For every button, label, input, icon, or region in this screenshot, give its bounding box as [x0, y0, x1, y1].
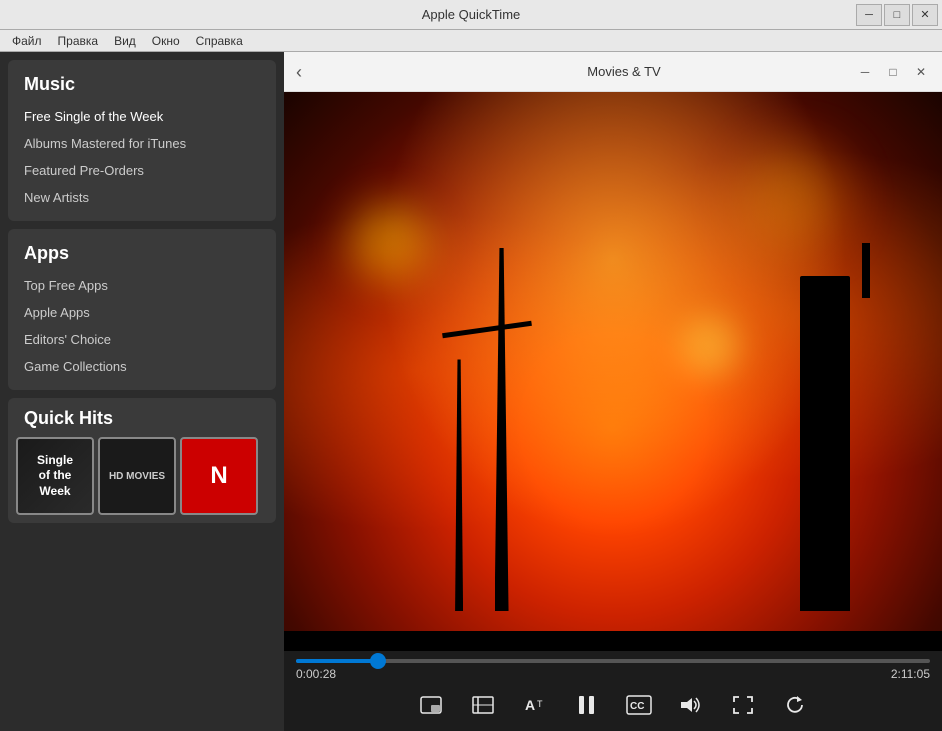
caption-size-button[interactable]: A T	[519, 689, 551, 721]
movies-maximize-button[interactable]: □	[880, 61, 906, 83]
progress-container	[284, 651, 942, 663]
title-bar-controls: ─ □ ✕	[856, 4, 938, 26]
progress-thumb[interactable]	[370, 653, 386, 669]
black-bar-bottom	[284, 631, 942, 651]
volume-button[interactable]	[675, 689, 707, 721]
music-section: Music Free Single of the Week Albums Mas…	[8, 60, 276, 221]
pip-button[interactable]	[415, 689, 447, 721]
main-content: Music Free Single of the Week Albums Mas…	[0, 52, 942, 731]
play-pause-button[interactable]	[571, 689, 603, 721]
menu-edit[interactable]: Правка	[50, 32, 107, 50]
movies-close-button[interactable]: ✕	[908, 61, 934, 83]
controls-bar: 0:00:28 2:11:05	[284, 651, 942, 731]
sidebar-item-free-single[interactable]: Free Single of the Week	[8, 103, 276, 130]
svg-text:A: A	[525, 697, 535, 713]
silhouette-monolith-top	[862, 243, 870, 298]
music-section-title: Music	[8, 70, 276, 103]
quick-hit-hd-thumb[interactable]: HD MOVIES	[98, 437, 176, 515]
window-title: Apple QuickTime	[422, 7, 521, 22]
quick-hit-single-thumb[interactable]: Singleof the Week	[16, 437, 94, 515]
movies-tv-title: Movies & TV	[318, 64, 930, 79]
video-area[interactable]	[284, 92, 942, 651]
sidebar-item-new-artists[interactable]: New Artists	[8, 184, 276, 211]
progress-track[interactable]	[296, 659, 930, 663]
replay-button[interactable]	[779, 689, 811, 721]
quick-hit-n-thumb[interactable]: N	[180, 437, 258, 515]
movies-window-controls: ─ □ ✕	[852, 61, 934, 83]
sidebar-item-albums[interactable]: Albums Mastered for iTunes	[8, 130, 276, 157]
current-time: 0:00:28	[296, 667, 336, 681]
chapters-button[interactable]	[467, 689, 499, 721]
quick-hits-section: Quick Hits Singleof the Week HD MOVIES N	[8, 398, 276, 523]
closed-captions-button[interactable]: CC	[623, 689, 655, 721]
sidebar-item-top-free[interactable]: Top Free Apps	[8, 272, 276, 299]
quick-hit-hd-text: HD MOVIES	[109, 471, 165, 482]
back-button[interactable]: ‹	[296, 63, 302, 81]
menu-view[interactable]: Вид	[106, 32, 144, 50]
menu-window[interactable]: Окно	[144, 32, 188, 50]
sidebar-item-pre-orders[interactable]: Featured Pre-Orders	[8, 157, 276, 184]
sidebar-item-game-collections[interactable]: Game Collections	[8, 353, 276, 380]
svg-text:T: T	[537, 699, 543, 709]
close-button[interactable]: ✕	[912, 4, 938, 26]
sidebar-item-editors-choice[interactable]: Editors' Choice	[8, 326, 276, 353]
quick-hit-n-text: N	[210, 462, 227, 490]
right-panel: ‹ Movies & TV ─ □ ✕	[284, 52, 942, 731]
total-time: 2:11:05	[891, 667, 930, 681]
minimize-button[interactable]: ─	[856, 4, 882, 26]
title-bar: Apple QuickTime ─ □ ✕	[0, 0, 942, 30]
menu-bar: Файл Правка Вид Окно Справка	[0, 30, 942, 52]
svg-text:CC: CC	[630, 701, 644, 712]
movies-title-bar: ‹ Movies & TV ─ □ ✕	[284, 52, 942, 92]
quick-hits-items: Singleof the Week HD MOVIES N	[8, 437, 276, 515]
sidebar: Music Free Single of the Week Albums Mas…	[0, 52, 284, 731]
menu-help[interactable]: Справка	[188, 32, 251, 50]
maximize-button[interactable]: □	[884, 4, 910, 26]
quick-hits-title: Quick Hits	[8, 408, 276, 437]
fullscreen-button[interactable]	[727, 689, 759, 721]
apps-section: Apps Top Free Apps Apple Apps Editors' C…	[8, 229, 276, 390]
movies-minimize-button[interactable]: ─	[852, 61, 878, 83]
video-frame	[284, 92, 942, 651]
apps-section-title: Apps	[8, 239, 276, 272]
sidebar-item-apple-apps[interactable]: Apple Apps	[8, 299, 276, 326]
menu-file[interactable]: Файл	[4, 32, 50, 50]
progress-fill	[296, 659, 378, 663]
playback-controls: A T CC	[284, 685, 942, 731]
silhouette-monolith	[800, 276, 850, 611]
quick-hit-single-text: Singleof the Week	[22, 453, 88, 500]
